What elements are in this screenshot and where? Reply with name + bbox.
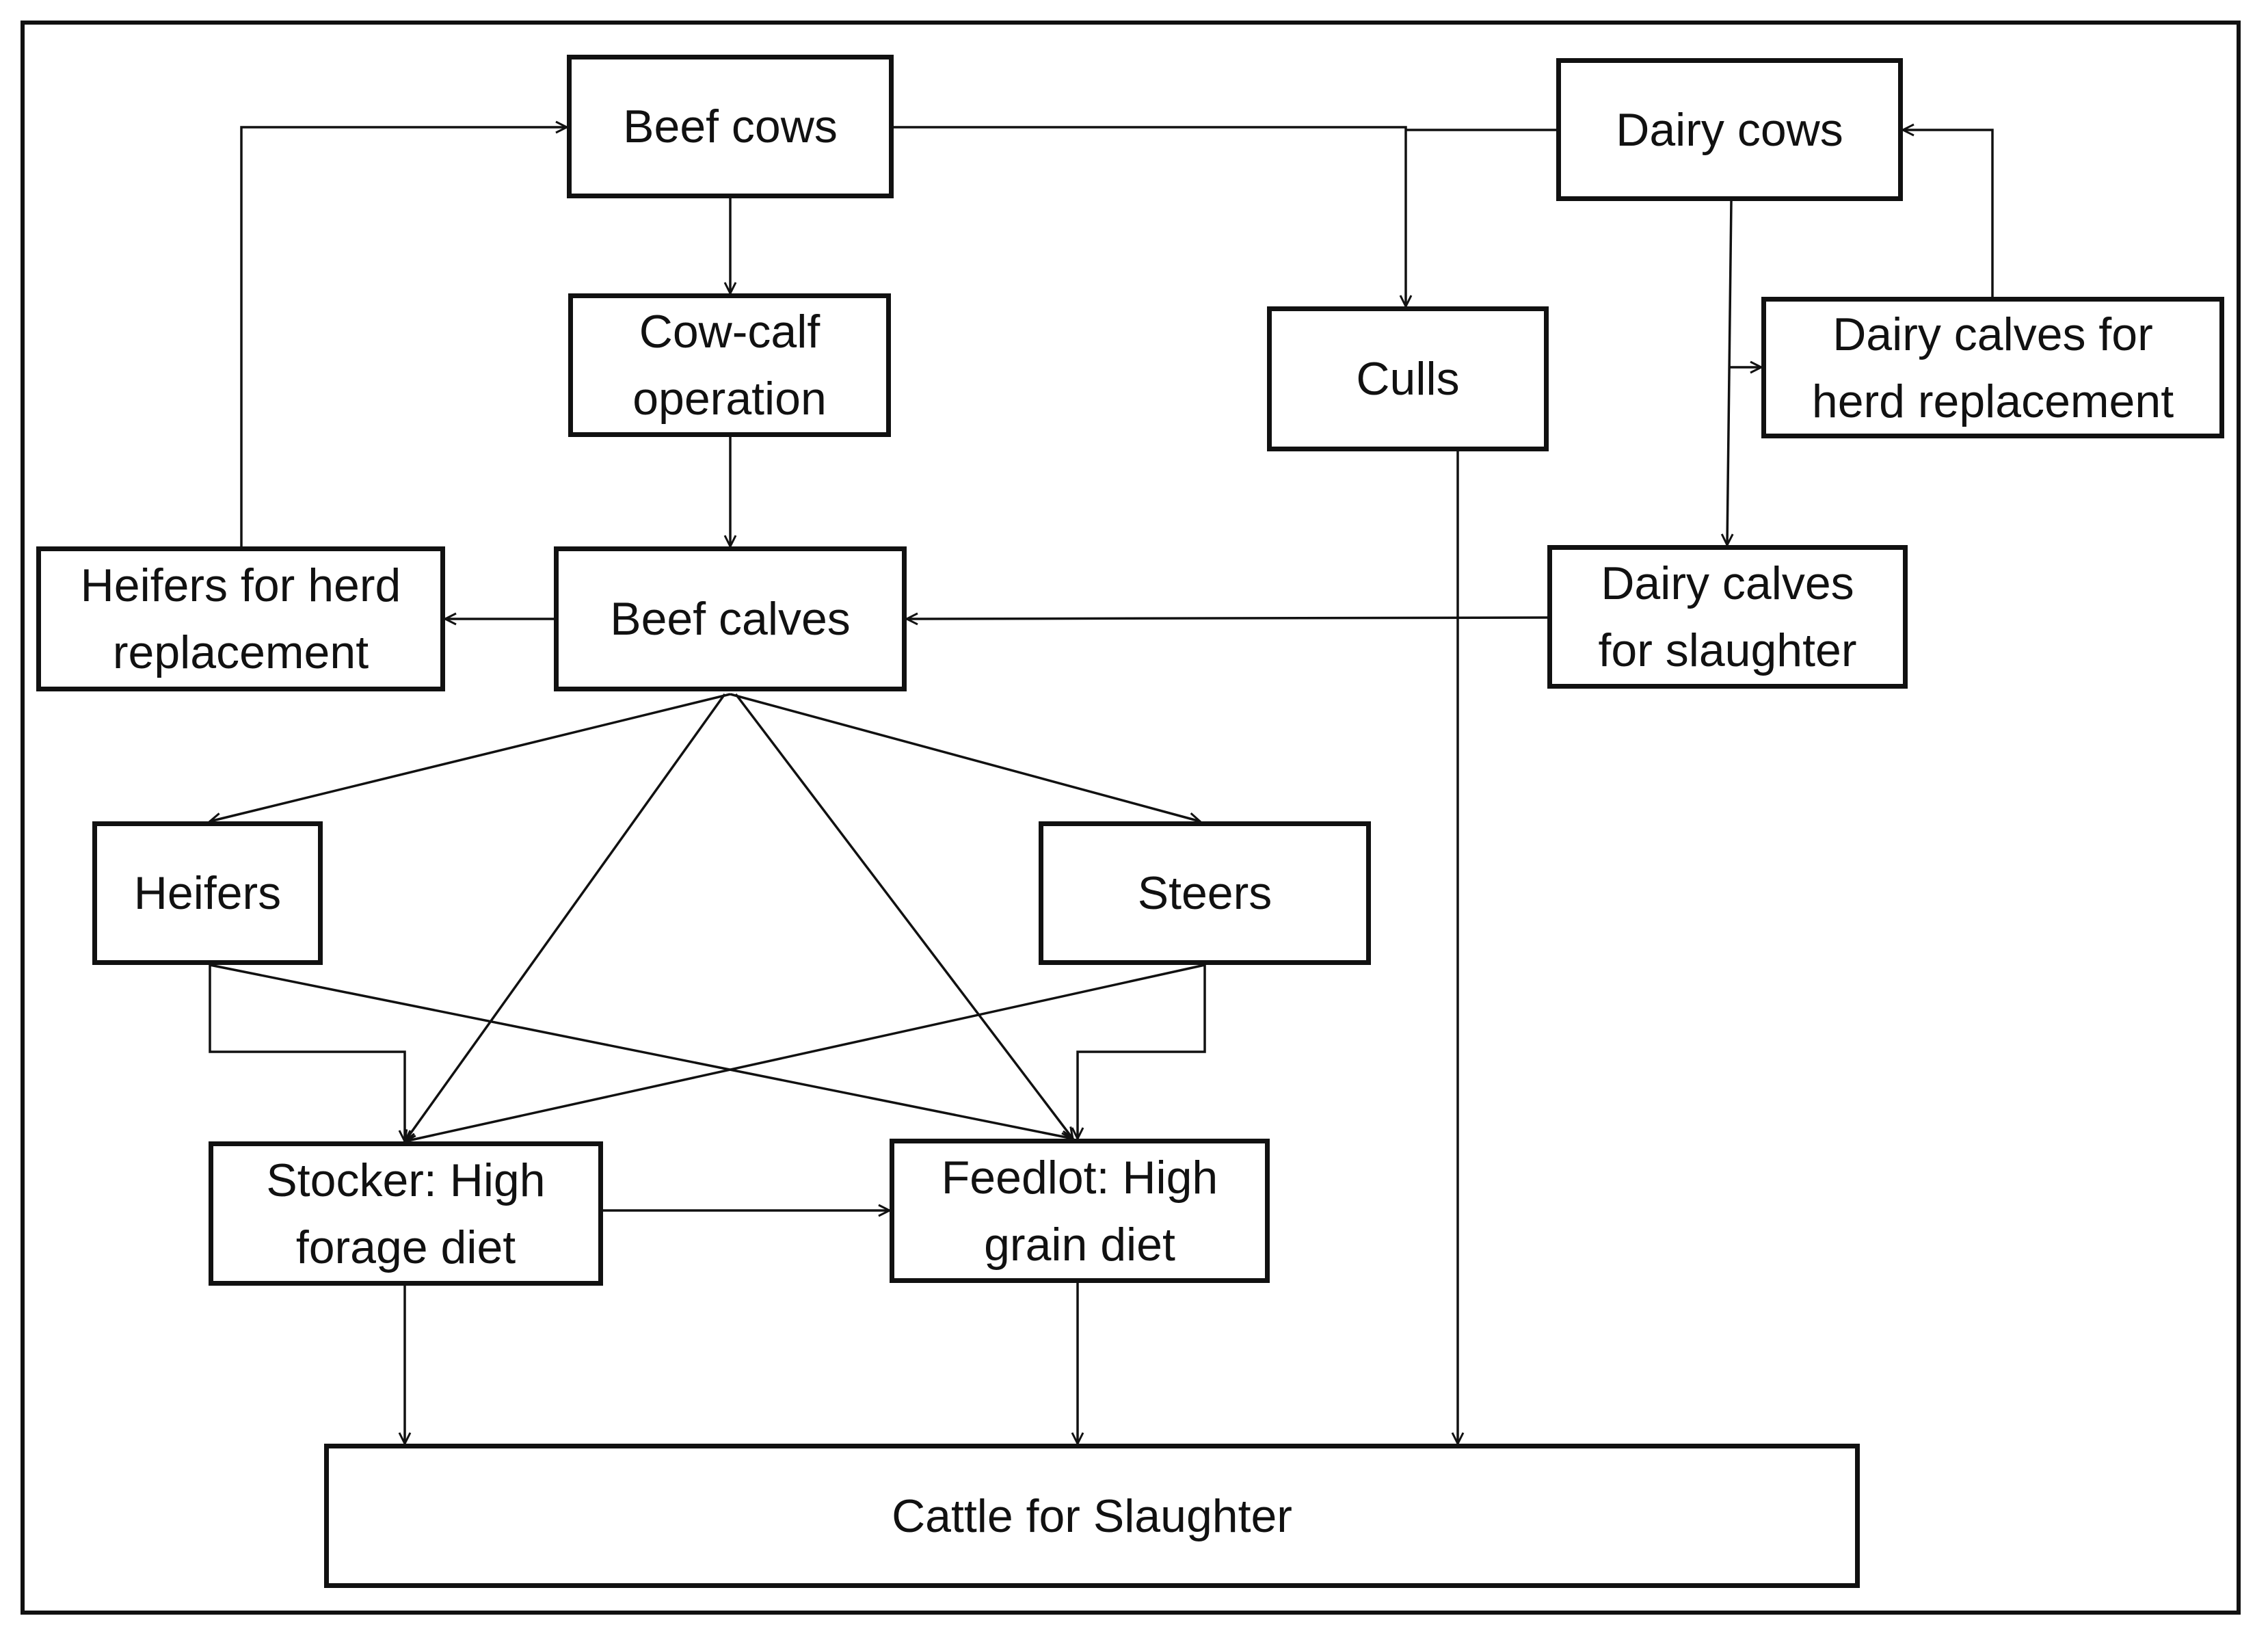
edge-dairy-calves-slaughter-to-beef-calves: [907, 618, 1548, 619]
node-heifers-herd-replacement: Heifers for herd replacement: [36, 546, 445, 691]
node-label: Stocker: High forage diet: [266, 1154, 546, 1273]
node-label: Cow-calf operation: [632, 306, 827, 425]
node-label: Heifers for herd replacement: [80, 559, 401, 678]
node-steers: Steers: [1039, 821, 1371, 965]
node-cow-calf-operation: Cow-calf operation: [568, 293, 891, 437]
edge-steers-to-feedlot: [1078, 965, 1206, 1139]
edge-steers-to-stocker: [405, 964, 1205, 1141]
node-beef-cows: Beef cows: [567, 55, 894, 198]
node-label: Dairy calves for herd replacement: [1811, 308, 2174, 427]
edge-heifers-herd-to-beef-cows: [240, 127, 567, 546]
node-heifers: Heifers: [92, 821, 323, 965]
node-label: Beef calves: [610, 593, 851, 645]
node-label: Cattle for Slaughter: [892, 1489, 1292, 1542]
node-stocker: Stocker: High forage diet: [209, 1141, 603, 1286]
edge-dairy-calves-herd-to-dairy-cows: [1903, 130, 1994, 297]
node-dairy-calves-slaughter: Dairy calves for slaughter: [1547, 545, 1908, 689]
edge-heifers-to-stocker: [209, 965, 405, 1141]
node-label: Dairy calves for slaughter: [1598, 557, 1857, 676]
node-label: Feedlot: High grain diet: [941, 1151, 1218, 1271]
node-dairy-calves-herd-replacement: Dairy calves for herd replacement: [1761, 297, 2224, 438]
node-beef-calves: Beef calves: [554, 546, 907, 691]
edge-beef-calves-to-steers: [730, 693, 1200, 821]
node-label: Beef cows: [623, 101, 838, 153]
node-label: Steers: [1137, 867, 1272, 919]
node-feedlot: Feedlot: High grain diet: [890, 1139, 1270, 1283]
edge-beef-calves-to-heifers: [210, 693, 731, 821]
node-label: Dairy cows: [1616, 103, 1843, 156]
edge-beef-cows-to-culls: [894, 126, 1406, 306]
node-label: Culls: [1356, 353, 1460, 405]
edge-beef-calves-to-feedlot: [734, 693, 1073, 1139]
edge-dairy-cows-to-dairy-calves-slaughter: [1727, 200, 1731, 545]
node-culls: Culls: [1267, 306, 1549, 451]
node-cattle-for-slaughter: Cattle for Slaughter: [324, 1444, 1860, 1588]
node-dairy-cows: Dairy cows: [1556, 58, 1903, 201]
node-label: Heifers: [133, 867, 282, 919]
